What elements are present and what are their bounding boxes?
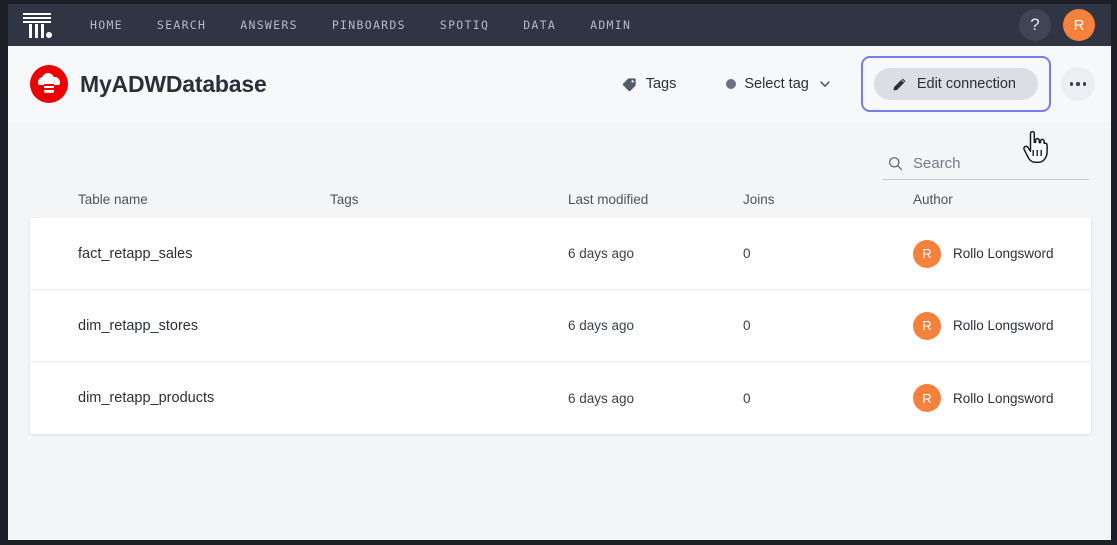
column-header-last-modified[interactable]: Last modified [568, 192, 743, 207]
pencil-icon [893, 78, 906, 90]
table-card: fact_retapp_sales 6 days ago 0 R Rollo L… [30, 218, 1091, 434]
table-row[interactable]: dim_retapp_products 6 days ago 0 R Rollo… [30, 362, 1091, 434]
thoughtspot-logo-icon[interactable] [22, 11, 52, 39]
database-title-group: MyADWDatabase [30, 65, 267, 103]
author-avatar: R [913, 311, 941, 340]
table-row[interactable]: dim_retapp_stores 6 days ago 0 R Rollo L… [30, 290, 1091, 362]
header-actions: Tags Select tag Edit connection [612, 56, 1095, 112]
cell-table-name[interactable]: dim_retapp_products [78, 390, 330, 406]
nav-item-spotiq[interactable]: SPOTIQ [440, 18, 489, 32]
nav-item-data[interactable]: DATA [523, 18, 556, 32]
select-tag-dropdown[interactable]: Select tag [718, 70, 839, 98]
author-name: Rollo Longsword [953, 318, 1054, 333]
app-frame: HOME SEARCH ANSWERS PINBOARDS SPOTIQ DAT… [0, 0, 1117, 545]
edit-connection-label: Edit connection [916, 76, 1016, 92]
cell-author: R Rollo Longsword [913, 239, 1091, 268]
nav-links: HOME SEARCH ANSWERS PINBOARDS SPOTIQ DAT… [90, 18, 631, 32]
nav-item-answers[interactable]: ANSWERS [240, 18, 298, 32]
cell-author: R Rollo Longsword [913, 384, 1091, 412]
nav-item-admin[interactable]: ADMIN [590, 18, 631, 32]
tags-button[interactable]: Tags [612, 70, 687, 98]
edit-connection-button[interactable]: Edit connection [873, 68, 1038, 100]
column-header-table-name[interactable]: Table name [78, 192, 330, 207]
column-header-tags[interactable]: Tags [330, 192, 568, 207]
page-title: MyADWDatabase [80, 70, 267, 97]
more-dot-icon [1082, 82, 1087, 86]
column-header-joins[interactable]: Joins [743, 192, 913, 207]
table-row[interactable]: fact_retapp_sales 6 days ago 0 R Rollo L… [30, 218, 1091, 290]
more-dot-icon [1076, 82, 1080, 86]
edit-connection-focus-ring: Edit connection [860, 56, 1051, 112]
column-header-author[interactable]: Author [913, 192, 1091, 207]
nav-item-home[interactable]: HOME [90, 18, 123, 32]
cell-table-name[interactable]: dim_retapp_stores [78, 318, 330, 334]
search-row [8, 122, 1111, 180]
cell-last-modified: 6 days ago [568, 246, 635, 261]
tags-button-label: Tags [645, 76, 677, 92]
cell-joins: 0 [743, 318, 751, 333]
help-icon[interactable]: ? [1019, 9, 1051, 41]
database-cloud-icon [30, 65, 68, 103]
top-navigation-bar: HOME SEARCH ANSWERS PINBOARDS SPOTIQ DAT… [8, 4, 1111, 46]
nav-item-pinboards[interactable]: PINBOARDS [332, 18, 406, 32]
user-avatar[interactable]: R [1063, 9, 1095, 41]
nav-right-actions: ? R [1019, 4, 1095, 46]
author-avatar: R [913, 239, 941, 268]
tag-color-dot-icon [726, 79, 737, 89]
nav-item-search[interactable]: SEARCH [157, 18, 206, 32]
chevron-down-icon [820, 81, 830, 87]
cell-table-name[interactable]: fact_retapp_sales [78, 246, 330, 262]
cell-author: R Rollo Longsword [913, 311, 1091, 340]
tag-icon [622, 77, 636, 91]
select-tag-label: Select tag [744, 76, 809, 92]
search-icon [889, 157, 903, 171]
author-name: Rollo Longsword [953, 390, 1054, 406]
search-box[interactable] [882, 155, 1089, 180]
cell-joins: 0 [743, 390, 751, 406]
author-name: Rollo Longsword [953, 246, 1054, 261]
search-input[interactable] [913, 155, 1087, 172]
author-avatar: R [913, 384, 941, 412]
more-dot-icon [1069, 82, 1074, 86]
cell-last-modified: 6 days ago [568, 318, 635, 333]
app-window: HOME SEARCH ANSWERS PINBOARDS SPOTIQ DAT… [8, 4, 1111, 540]
tables-list: Table name Tags Last modified Joins Auth… [8, 180, 1111, 434]
more-options-button[interactable] [1061, 67, 1095, 101]
cell-last-modified: 6 days ago [568, 390, 635, 406]
table-header-row: Table name Tags Last modified Joins Auth… [30, 180, 1091, 218]
cell-joins: 0 [743, 246, 751, 261]
page-header: MyADWDatabase Tags Select tag Edit conne… [8, 46, 1111, 163]
